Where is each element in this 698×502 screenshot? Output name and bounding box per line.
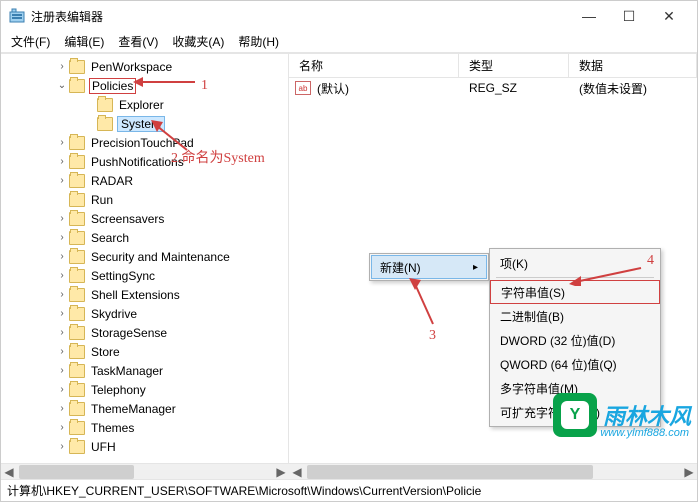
tree-item-run[interactable]: Run [1,190,288,209]
minimize-button[interactable]: — [569,8,609,24]
tree-item-secmaint[interactable]: ›Security and Maintenance [1,247,288,266]
scroll-thumb[interactable] [307,465,593,479]
folder-icon [69,174,85,188]
watermark-logo-icon: Y [553,393,597,437]
tree-item-screensavers[interactable]: ›Screensavers [1,209,288,228]
folder-icon [97,117,113,131]
folder-icon [69,288,85,302]
tree-item-policies[interactable]: ⌄Policies [1,76,288,95]
folder-icon [69,364,85,378]
tree-item-search[interactable]: ›Search [1,228,288,247]
tree-item-precisiontouchpad[interactable]: ›PrecisionTouchPad [1,133,288,152]
titlebar[interactable]: 注册表编辑器 — ☐ ✕ [1,1,697,31]
scroll-right-icon[interactable]: ▶ [273,465,289,479]
value-row-default[interactable]: ab (默认) REG_SZ (数值未设置) [289,78,697,98]
tree-item-system[interactable]: System [1,114,288,133]
maximize-button[interactable]: ☐ [609,8,649,25]
menu-help[interactable]: 帮助(H) [232,31,285,52]
window-title: 注册表编辑器 [31,8,569,25]
scroll-thumb[interactable] [19,465,134,479]
menubar: 文件(F) 编辑(E) 查看(V) 收藏夹(A) 帮助(H) [1,31,697,53]
menu-file[interactable]: 文件(F) [5,31,56,52]
menu-edit[interactable]: 编辑(E) [58,31,110,52]
folder-icon [69,60,85,74]
tree-item-telephony[interactable]: ›Telephony [1,380,288,399]
col-type[interactable]: 类型 [459,54,569,77]
registry-editor-window: 注册表编辑器 — ☐ ✕ 文件(F) 编辑(E) 查看(V) 收藏夹(A) 帮助… [0,0,698,502]
folder-icon [69,136,85,150]
subitem-key[interactable]: 项(K) [490,251,660,275]
close-button[interactable]: ✕ [649,8,689,25]
folder-icon [69,307,85,321]
context-item-label: 新建(N) [380,259,421,276]
col-data[interactable]: 数据 [569,54,697,77]
folder-icon [69,402,85,416]
annotation-3: 3 [429,328,436,344]
scroll-right-icon[interactable]: ▶ [681,465,697,479]
value-data: (数值未设置) [579,80,647,97]
folder-icon [97,98,113,112]
tree-item-explorer[interactable]: Explorer [1,95,288,114]
value-name: (默认) [317,80,469,97]
folder-icon [69,345,85,359]
menu-view[interactable]: 查看(V) [112,31,164,52]
folder-icon [69,155,85,169]
string-value-icon: ab [295,81,311,95]
right-scrollbar[interactable]: ◀ ▶ [289,463,697,479]
statusbar-path: 计算机\HKEY_CURRENT_USER\SOFTWARE\Microsoft… [7,482,481,499]
folder-icon [69,212,85,226]
watermark: Y 雨林木风 www.ylmf888.com [553,393,691,437]
context-item-new[interactable]: 新建(N) ▸ [371,255,487,279]
folder-icon [69,440,85,454]
registry-tree: ›PenWorkspace ⌄Policies Explorer System … [1,54,288,456]
values-header: 名称 类型 数据 [289,54,697,78]
tree-item-radar[interactable]: ›RADAR [1,171,288,190]
tree-item-penworkspace[interactable]: ›PenWorkspace [1,57,288,76]
tree-item-storagesense[interactable]: ›StorageSense [1,323,288,342]
regedit-icon [9,8,25,24]
subitem-qword[interactable]: QWORD (64 位)值(Q) [490,352,660,376]
tree-item-shellext[interactable]: ›Shell Extensions [1,285,288,304]
folder-icon [69,269,85,283]
tree-item-pushnotifications[interactable]: ›PushNotifications [1,152,288,171]
submenu-arrow-icon: ▸ [473,262,478,273]
scroll-left-icon[interactable]: ◀ [1,465,17,479]
folder-icon [69,383,85,397]
content-area: ›PenWorkspace ⌄Policies Explorer System … [1,53,697,463]
folder-icon [69,79,85,93]
tree-item-ufh[interactable]: ›UFH [1,437,288,456]
folder-icon [69,231,85,245]
tree-item-skydrive[interactable]: ›Skydrive [1,304,288,323]
folder-icon [69,193,85,207]
tree-item-thememanager[interactable]: ›ThemeManager [1,399,288,418]
folder-icon [69,326,85,340]
tree-item-store[interactable]: ›Store [1,342,288,361]
left-scrollbar[interactable]: ◀ ▶ [1,463,289,479]
subitem-binary[interactable]: 二进制值(B) [490,304,660,328]
menu-separator [496,277,654,278]
context-menu: 新建(N) ▸ [369,253,489,281]
tree-item-taskmanager[interactable]: ›TaskManager [1,361,288,380]
subitem-dword[interactable]: DWORD (32 位)值(D) [490,328,660,352]
menu-favorites[interactable]: 收藏夹(A) [166,31,230,52]
value-type: REG_SZ [469,81,579,95]
tree-item-themes[interactable]: ›Themes [1,418,288,437]
statusbar: 计算机\HKEY_CURRENT_USER\SOFTWARE\Microsoft… [1,479,697,501]
folder-icon [69,421,85,435]
watermark-url: www.ylmf888.com [600,427,689,439]
tree-item-settingsync[interactable]: ›SettingSync [1,266,288,285]
folder-icon [69,250,85,264]
col-name[interactable]: 名称 [289,54,459,77]
arrow-3-icon [409,278,443,328]
scroll-left-icon[interactable]: ◀ [289,465,305,479]
tree-pane[interactable]: ›PenWorkspace ⌄Policies Explorer System … [1,54,289,463]
subitem-string[interactable]: 字符串值(S) [490,280,660,304]
